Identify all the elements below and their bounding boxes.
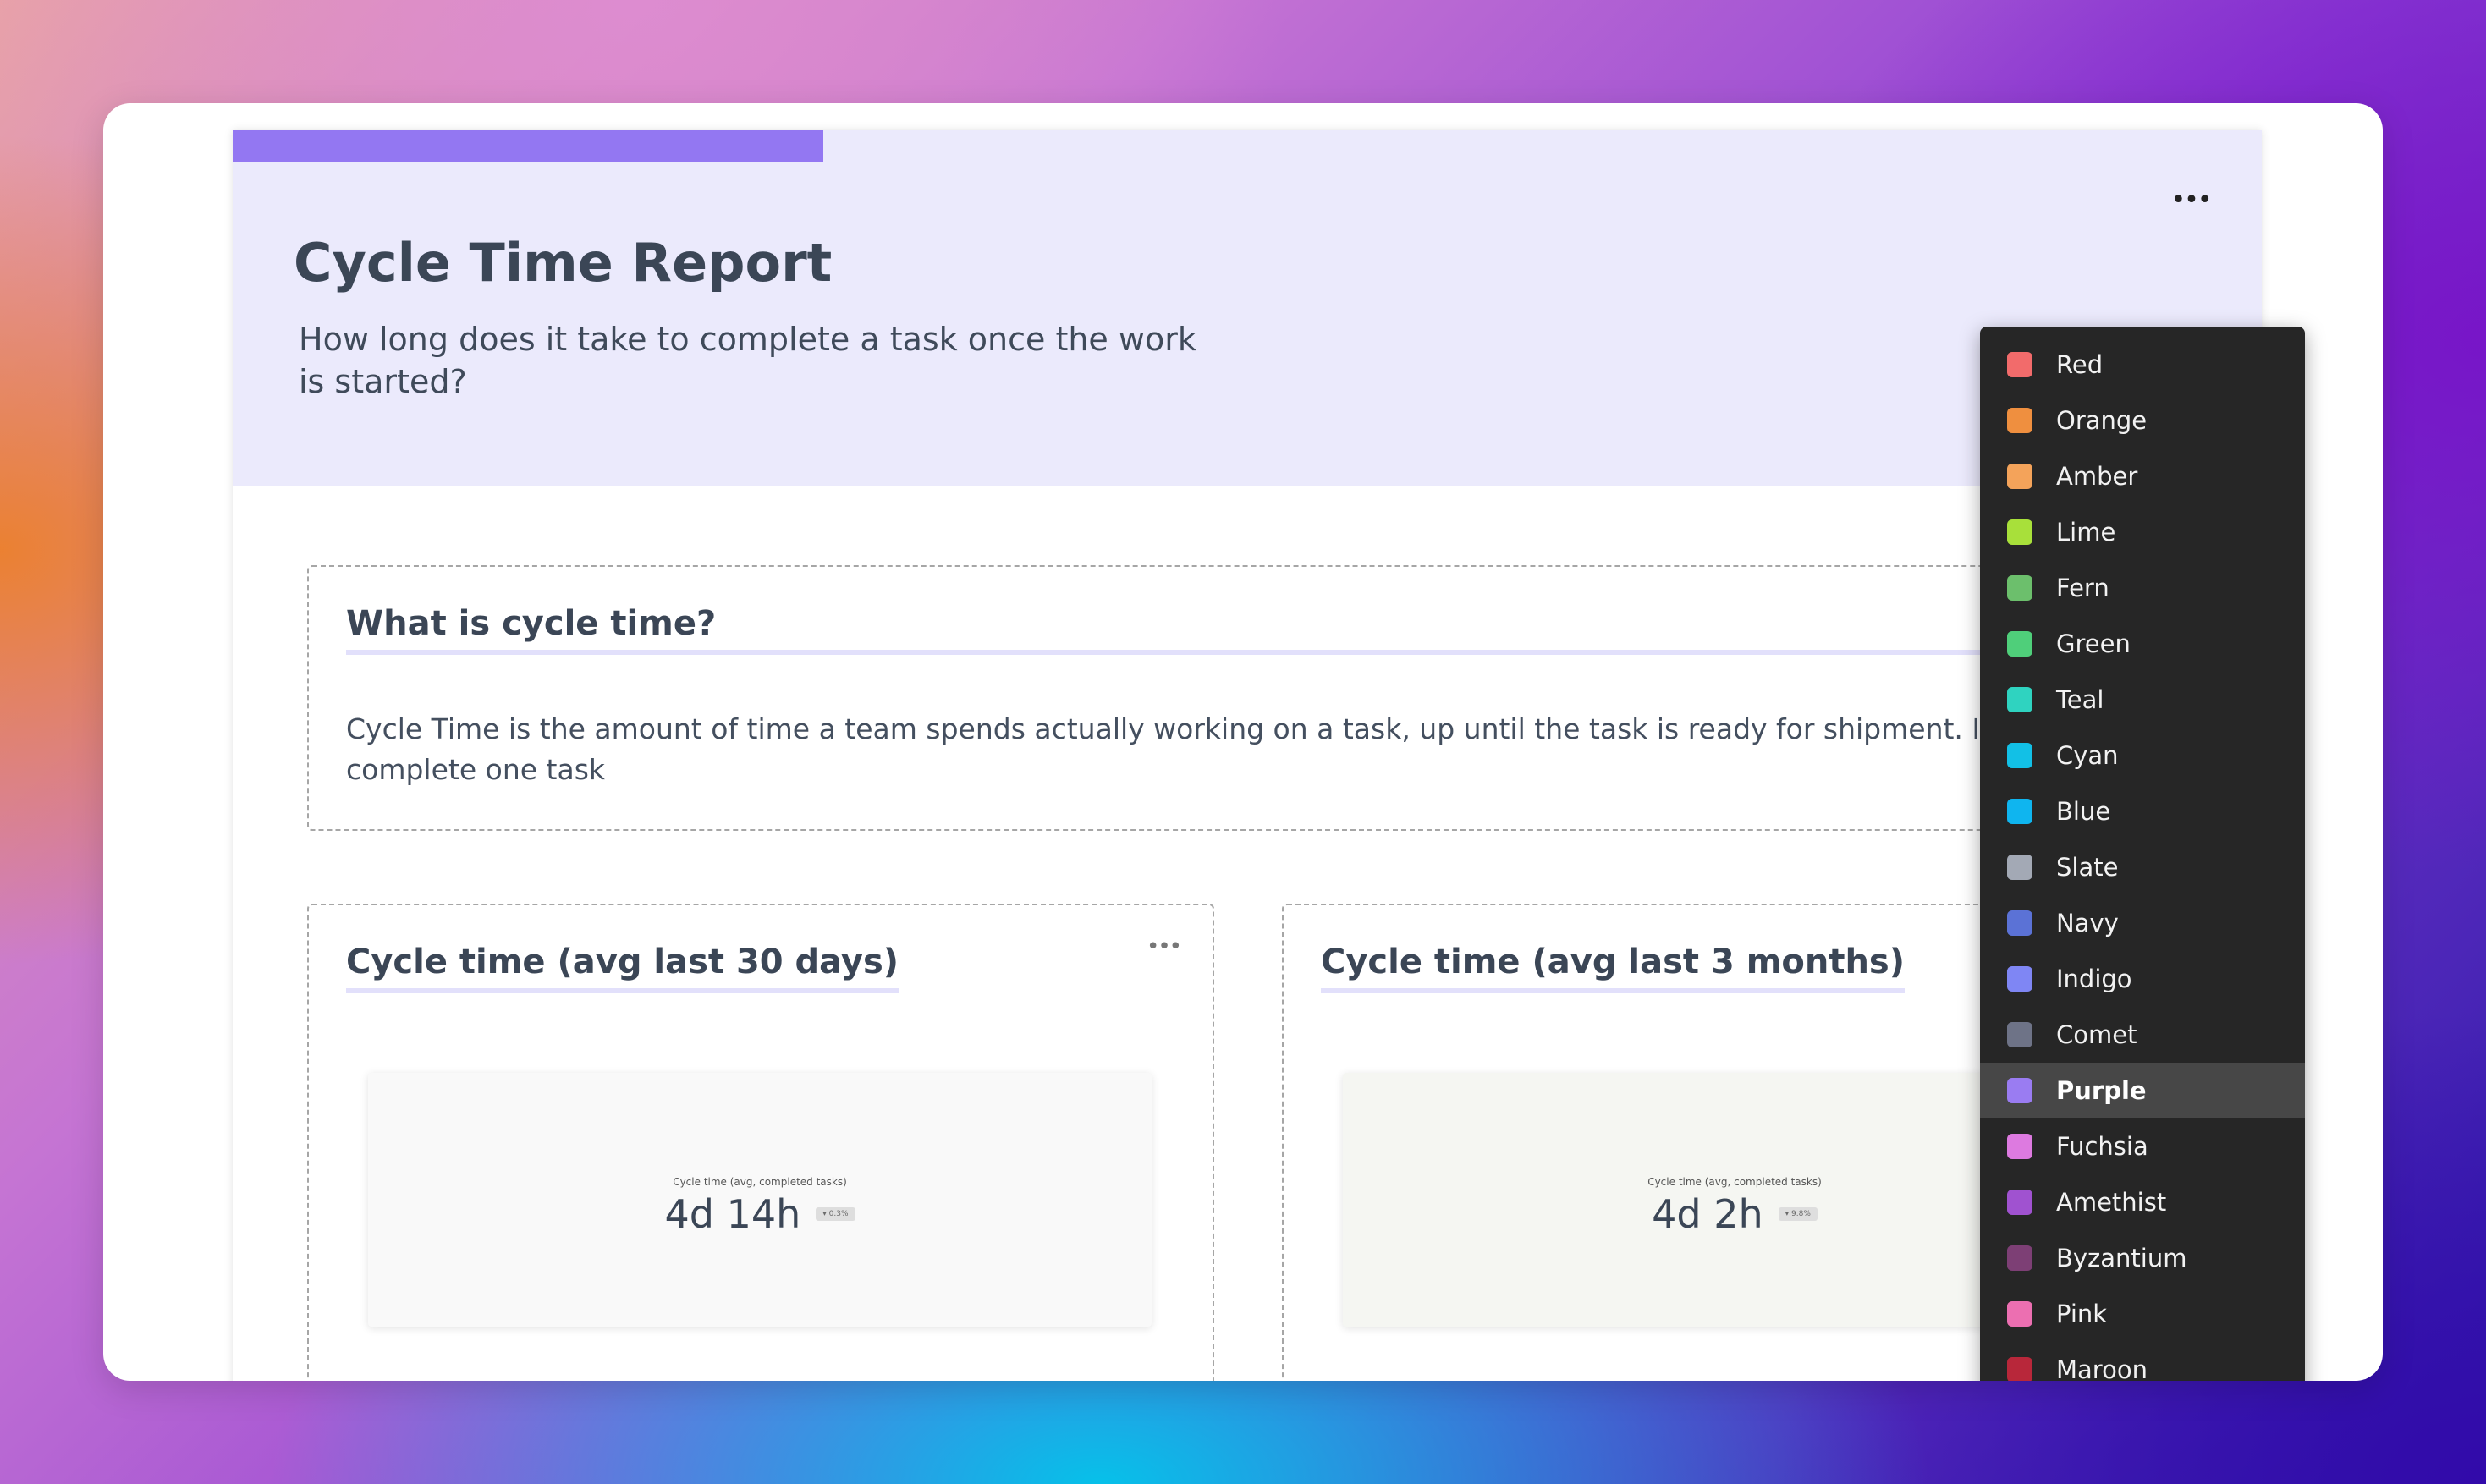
color-swatch [2007,408,2032,433]
definition-block[interactable]: What is cycle time? Cycle Time is the am… [307,565,2257,831]
color-swatch [2007,1022,2032,1047]
color-option-label: Orange [2056,406,2148,435]
color-swatch [2007,743,2032,768]
color-swatch [2007,575,2032,601]
color-option-label: Pink [2056,1300,2108,1328]
metric-value: 4d 14h [664,1191,801,1237]
color-option-label: Maroon [2056,1355,2148,1381]
color-option-green[interactable]: Green [1980,616,2305,672]
color-option-pink[interactable]: Pink [1980,1286,2305,1342]
color-swatch [2007,799,2032,824]
color-option-label: Slate [2056,853,2119,882]
color-swatch [2007,855,2032,880]
definition-heading: What is cycle time? [346,604,2233,655]
color-option-label: Fern [2056,574,2109,602]
color-swatch [2007,1134,2032,1159]
color-swatch [2007,1078,2032,1103]
color-option-label: Lime [2056,518,2116,547]
color-swatch [2007,1357,2032,1381]
header-accent-bar [233,130,823,162]
metric-label: Cycle time (avg, completed tasks) [673,1176,847,1188]
report-document: Cycle Time Report How long does it take … [233,130,2262,1381]
color-option-label: Green [2056,629,2131,658]
color-option-label: Indigo [2056,965,2132,993]
color-swatch [2007,1190,2032,1215]
color-swatch [2007,910,2032,936]
color-option-comet[interactable]: Comet [1980,1007,2305,1063]
more-horizontal-icon[interactable]: ••• [1147,934,1182,959]
color-option-fuchsia[interactable]: Fuchsia [1980,1118,2305,1174]
color-option-fern[interactable]: Fern [1980,560,2305,616]
color-option-navy[interactable]: Navy [1980,895,2305,951]
color-swatch [2007,1301,2032,1327]
color-option-label: Purple [2056,1076,2147,1105]
card-heading: Cycle time (avg last 3 months) [1321,943,1906,993]
color-option-label: Cyan [2056,741,2119,770]
more-horizontal-icon[interactable]: ••• [2170,188,2212,213]
color-option-blue[interactable]: Blue [1980,783,2305,839]
color-option-label: Red [2056,350,2104,379]
color-swatch [2007,519,2032,545]
color-swatch [2007,464,2032,489]
color-option-slate[interactable]: Slate [1980,839,2305,895]
metric-widget: Cycle time (avg, completed tasks) 4d 14h… [368,1073,1152,1327]
color-option-purple[interactable]: Purple [1980,1063,2305,1118]
color-option-byzantium[interactable]: Byzantium [1980,1230,2305,1286]
color-option-label: Blue [2056,797,2111,826]
color-option-label: Comet [2056,1020,2137,1049]
metric-row: 4d 14h ▾ 0.3% [368,1191,1152,1237]
app-window: Cycle Time Report How long does it take … [103,103,2383,1381]
color-option-cyan[interactable]: Cyan [1980,728,2305,783]
color-option-lime[interactable]: Lime [1980,504,2305,560]
color-option-amber[interactable]: Amber [1980,448,2305,504]
trend-badge: ▾ 9.8% [1778,1207,1818,1221]
color-swatch [2007,966,2032,992]
color-option-orange[interactable]: Orange [1980,393,2305,448]
color-swatch [2007,352,2032,377]
report-header: Cycle Time Report How long does it take … [233,130,2262,486]
desktop-background: Cycle Time Report How long does it take … [0,0,2486,1484]
color-option-label: Amber [2056,462,2138,491]
color-option-amethist[interactable]: Amethist [1980,1174,2305,1230]
trend-badge: ▾ 0.3% [816,1207,855,1221]
color-option-label: Byzantium [2056,1244,2187,1272]
color-option-label: Amethist [2056,1188,2167,1217]
page-subtitle: How long does it take to complete a task… [299,321,1196,400]
page-title: Cycle Time Report [294,232,833,294]
color-option-maroon[interactable]: Maroon [1980,1342,2305,1381]
metric-value: 4d 2h [1652,1191,1763,1237]
color-option-teal[interactable]: Teal [1980,672,2305,728]
definition-text: Cycle Time is the amount of time a team … [346,712,2112,786]
color-option-red[interactable]: Red [1980,337,2305,393]
color-option-indigo[interactable]: Indigo [1980,951,2305,1007]
color-option-label: Navy [2056,909,2119,937]
color-option-label: Teal [2056,685,2104,714]
color-swatch [2007,631,2032,657]
color-picker-menu: Red Orange Amber Lime Fern Green Teal Cyan Blue S… [1980,327,2305,1381]
card-heading: Cycle time (avg last 30 days) [346,943,899,993]
color-swatch [2007,687,2032,712]
color-option-label: Fuchsia [2056,1132,2148,1161]
color-swatch [2007,1245,2032,1271]
cycle-time-30-days-card[interactable]: Cycle time (avg last 30 days) ••• Cycle … [307,904,1214,1381]
